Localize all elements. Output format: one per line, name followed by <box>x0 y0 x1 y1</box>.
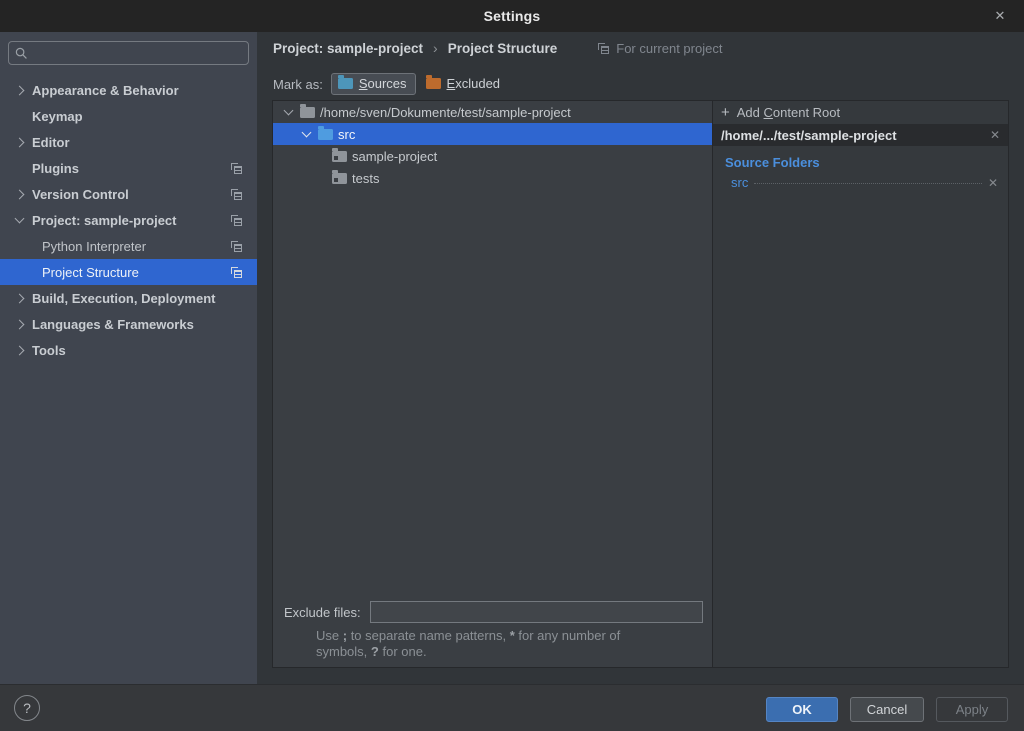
project-scope-icon <box>230 188 243 201</box>
chevron-down-icon[interactable] <box>283 106 293 116</box>
dialog-title: Settings <box>484 8 541 24</box>
search-icon <box>15 47 28 60</box>
sidebar-item-tools[interactable]: Tools <box>0 337 257 363</box>
dialog-footer: ? OK Cancel Apply <box>0 684 1024 731</box>
remove-content-root-icon[interactable]: ✕ <box>990 128 1000 142</box>
ok-button[interactable]: OK <box>766 697 838 722</box>
chevron-down-icon <box>14 214 24 224</box>
sidebar-item-plugins[interactable]: Plugins <box>0 155 257 181</box>
sidebar-item-project-structure[interactable]: Project Structure <box>0 259 257 285</box>
plus-icon: + <box>721 105 730 120</box>
folder-icon <box>332 173 347 184</box>
sidebar-item-version-control[interactable]: Version Control <box>0 181 257 207</box>
source-folder-icon <box>318 129 333 140</box>
sidebar-item-project[interactable]: Project: sample-project <box>0 207 257 233</box>
project-scope-icon <box>230 162 243 175</box>
chevron-right-icon <box>14 293 24 303</box>
sidebar-item-editor[interactable]: Editor <box>0 129 257 155</box>
cancel-button[interactable]: Cancel <box>850 697 924 722</box>
sidebar-item-python-interpreter[interactable]: Python Interpreter <box>0 233 257 259</box>
project-scope-icon <box>597 42 610 55</box>
settings-sidebar: Appearance & Behavior Keymap Editor Plug… <box>0 32 257 684</box>
source-folders-title: Source Folders <box>725 155 1008 170</box>
sidebar-item-languages-frameworks[interactable]: Languages & Frameworks <box>0 311 257 337</box>
folder-icon <box>332 151 347 162</box>
sidebar-item-appearance-behavior[interactable]: Appearance & Behavior <box>0 77 257 103</box>
chevron-right-icon <box>14 137 24 147</box>
search-input[interactable] <box>33 45 242 62</box>
scope-note: For current project <box>597 41 722 56</box>
add-content-root-button[interactable]: + Add Content Root <box>713 101 1008 124</box>
chevron-down-icon[interactable] <box>301 128 311 138</box>
breadcrumb: Project: sample-project › Project Struct… <box>273 40 722 56</box>
close-icon[interactable]: ✕ <box>986 0 1014 32</box>
exclude-files-hint: Use ; to separate name patterns, * for a… <box>316 628 664 660</box>
settings-dialog: { "colors": { "selection_blue": "#2f66d0… <box>0 0 1024 731</box>
chevron-right-icon <box>14 319 24 329</box>
exclude-files-label: Exclude files: <box>284 605 361 620</box>
sidebar-item-build-execution-deployment[interactable]: Build, Execution, Deployment <box>0 285 257 311</box>
project-structure-panel: /home/sven/Dokumente/test/sample-project… <box>272 100 1009 668</box>
remove-source-folder-icon[interactable]: ✕ <box>988 176 998 190</box>
source-folder-item[interactable]: src ✕ <box>731 175 998 190</box>
exclude-files-input[interactable] <box>370 601 703 623</box>
project-scope-icon <box>230 240 243 253</box>
breadcrumb-project[interactable]: Project: sample-project <box>273 41 423 56</box>
mark-as-label: Mark as: <box>273 77 323 92</box>
tree-row-tests[interactable]: tests <box>273 167 712 189</box>
content-root-item[interactable]: /home/.../test/sample-project ✕ <box>713 124 1008 146</box>
chevron-right-icon <box>14 189 24 199</box>
mark-sources-button[interactable]: Sources <box>331 73 416 95</box>
mark-excluded-button[interactable]: Excluded <box>424 74 504 94</box>
search-box[interactable] <box>8 41 249 65</box>
exclude-files-row: Exclude files: <box>273 601 712 623</box>
titlebar: Settings ✕ <box>0 0 1024 32</box>
mark-as-toolbar: Mark as: Sources Excluded <box>273 73 504 95</box>
dotted-leader <box>754 183 982 184</box>
chevron-right-icon <box>14 85 24 95</box>
settings-content: Project: sample-project › Project Struct… <box>257 32 1024 684</box>
project-scope-icon <box>230 214 243 227</box>
chevron-right-icon <box>14 345 24 355</box>
tree-row-sample-project[interactable]: sample-project <box>273 145 712 167</box>
breadcrumb-separator: › <box>433 40 438 56</box>
help-button[interactable]: ? <box>14 695 40 721</box>
excluded-folder-icon <box>426 78 441 89</box>
breadcrumb-project-structure[interactable]: Project Structure <box>448 41 558 56</box>
content-root-details: + Add Content Root /home/.../test/sample… <box>713 101 1008 667</box>
tree-row-root[interactable]: /home/sven/Dokumente/test/sample-project <box>273 101 712 123</box>
sources-folder-icon <box>338 78 353 89</box>
tree-row-src[interactable]: src <box>273 123 712 145</box>
content-root-tree: /home/sven/Dokumente/test/sample-project… <box>273 101 713 667</box>
apply-button[interactable]: Apply <box>936 697 1008 722</box>
project-scope-icon <box>230 266 243 279</box>
folder-icon <box>300 107 315 118</box>
sidebar-item-keymap[interactable]: Keymap <box>0 103 257 129</box>
footer-buttons: OK Cancel Apply <box>766 697 1008 722</box>
